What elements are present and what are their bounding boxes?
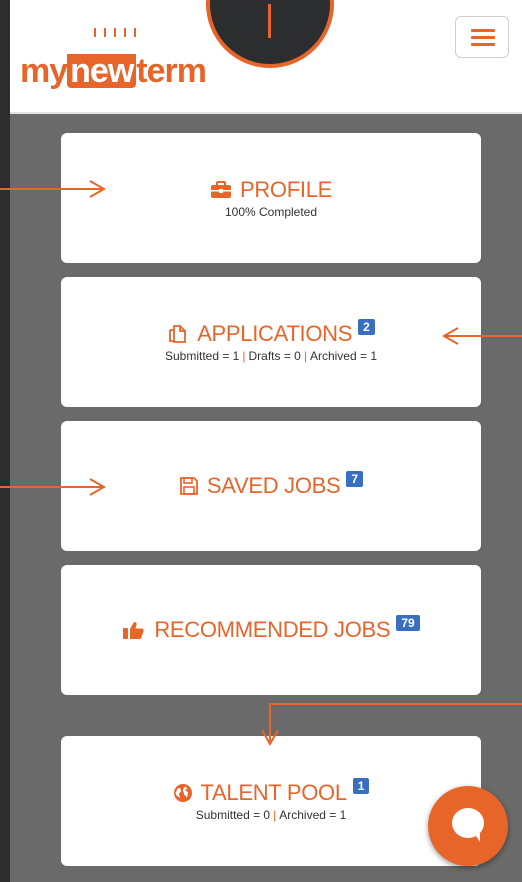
- tutorial-arrows: [0, 180, 522, 747]
